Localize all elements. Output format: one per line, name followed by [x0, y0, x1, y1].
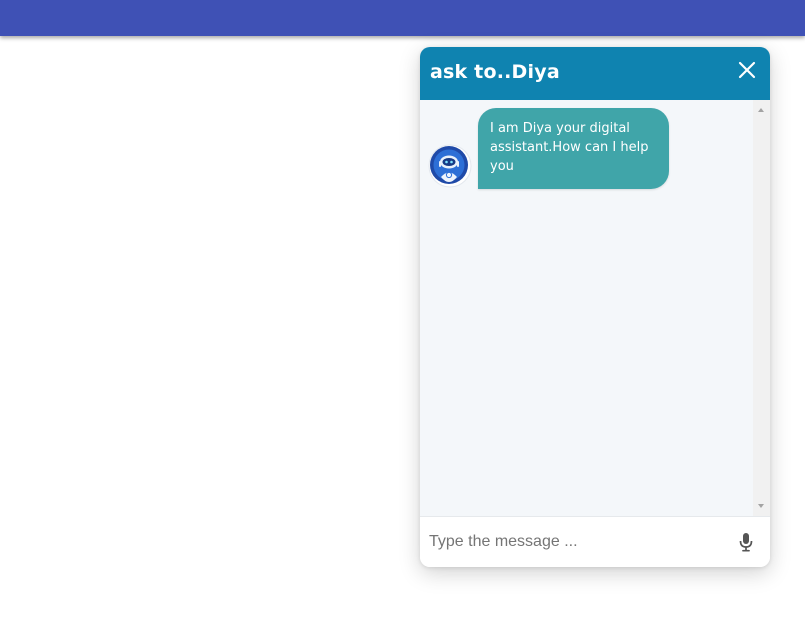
bot-message-bubble: I am Diya your digital assistant.How can… — [478, 108, 669, 189]
message-input[interactable] — [429, 529, 719, 555]
chat-widget: ask to..Diya I am Diya your digital assi… — [420, 47, 770, 567]
chat-input-bar — [420, 516, 770, 567]
app-top-bar — [0, 0, 805, 36]
scroll-up-arrow-icon[interactable] — [758, 108, 764, 112]
robot-avatar-icon — [428, 144, 472, 188]
close-icon[interactable] — [737, 60, 757, 80]
chat-header: ask to..Diya — [420, 47, 770, 100]
scroll-down-arrow-icon[interactable] — [758, 504, 764, 508]
microphone-icon[interactable] — [738, 532, 754, 552]
message-list-scrollbar[interactable] — [753, 100, 770, 516]
message-list[interactable]: I am Diya your digital assistant.How can… — [420, 100, 753, 516]
chat-title: ask to..Diya — [430, 61, 560, 83]
